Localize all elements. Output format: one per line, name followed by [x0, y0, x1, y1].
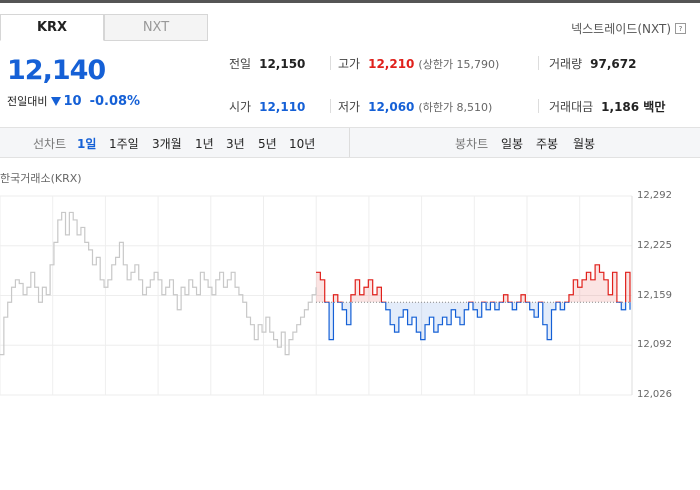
- price-chart: [0, 195, 633, 396]
- y-tick-label: 12,159: [637, 290, 672, 301]
- y-tick-label: 12,026: [637, 389, 672, 400]
- y-tick-label: 12,092: [637, 339, 672, 350]
- y-tick-label: 12,225: [637, 240, 672, 251]
- y-tick-label: 12,292: [637, 190, 672, 201]
